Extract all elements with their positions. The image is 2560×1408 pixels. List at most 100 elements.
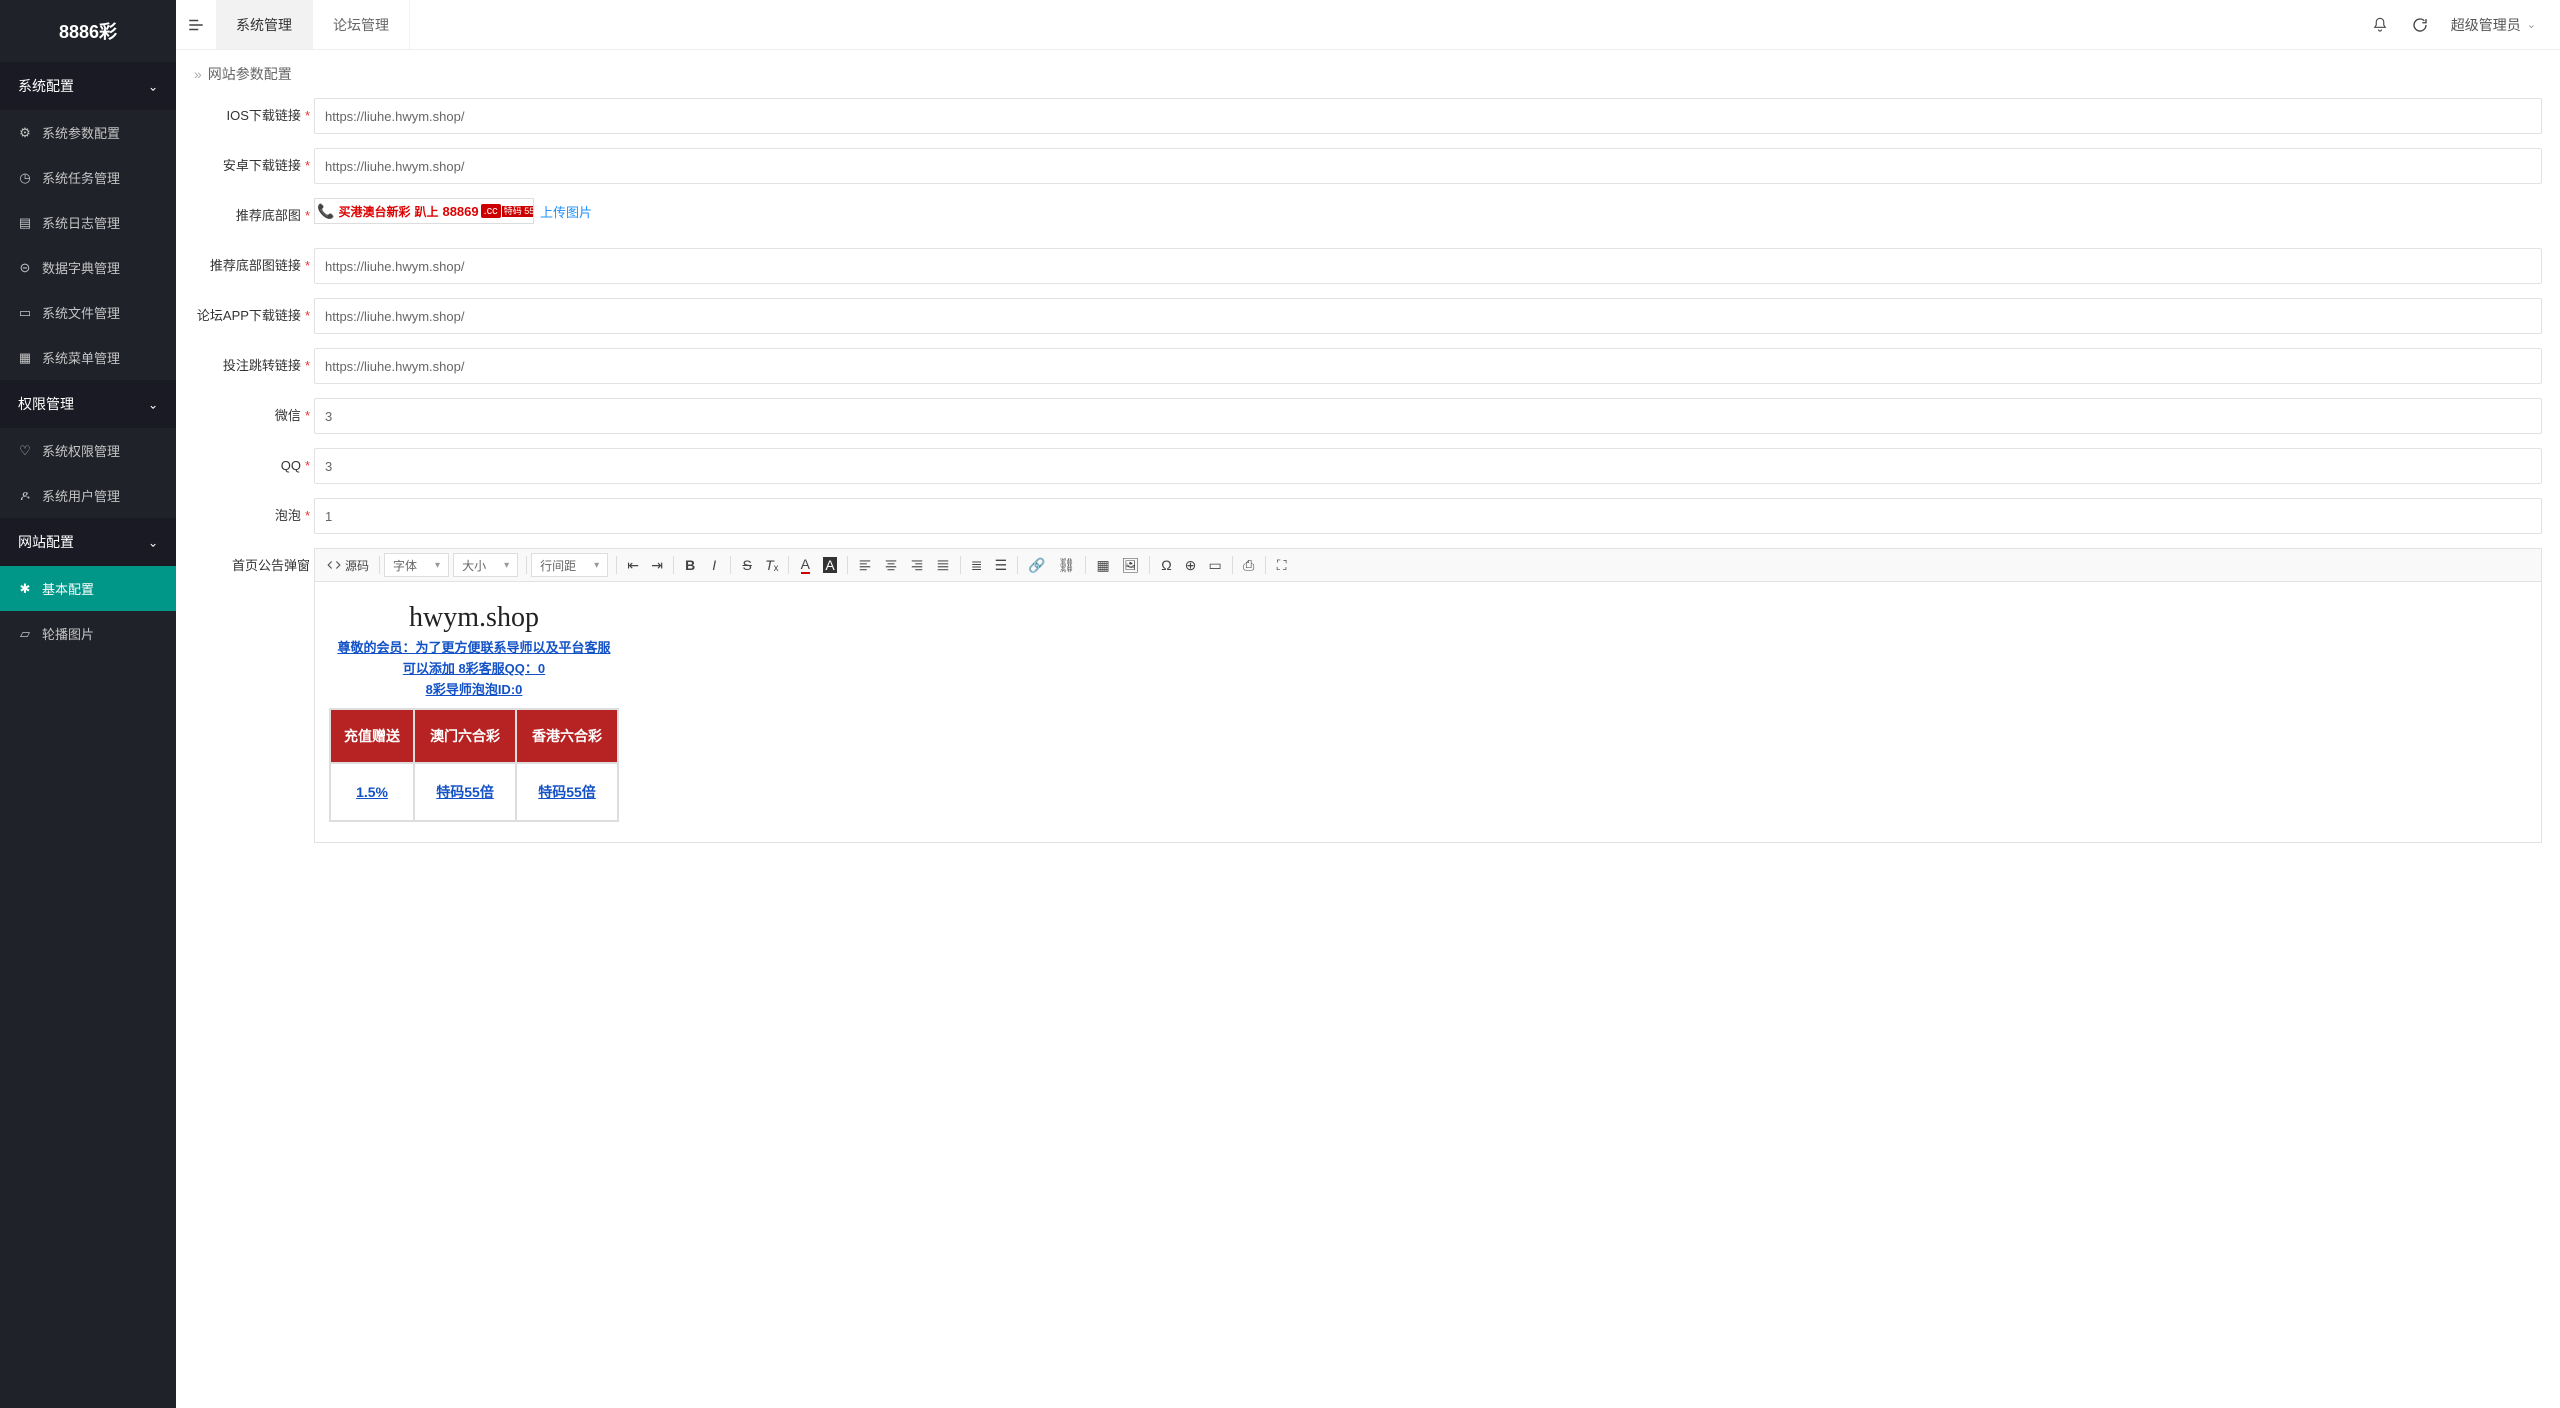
bell-icon [2371, 16, 2389, 34]
toolbar-italic-button[interactable]: I [702, 553, 726, 577]
toolbar-ol-button[interactable]: ≣ [965, 553, 989, 577]
toolbar-size-label: 大小 [462, 557, 486, 574]
toolbar-iframe-button[interactable]: ▭ [1202, 553, 1227, 577]
toolbar-fullscreen-button[interactable]: ⛶ [1270, 553, 1294, 577]
required-icon: * [305, 348, 310, 384]
toolbar-lineheight-select[interactable]: 行间距▾ [531, 553, 608, 577]
toolbar-textcolor-button[interactable]: A [793, 553, 817, 577]
promo-text-cc: .cc [481, 204, 501, 218]
label-qq: QQ [281, 448, 301, 475]
sidebar-item-sys-params[interactable]: ⚙ 系统参数配置 [0, 110, 176, 155]
breadcrumb: » 网站参数配置 [176, 50, 2560, 98]
toolbar-align-right-button[interactable] [904, 553, 930, 577]
clearformat-icon: Tₓ [765, 557, 778, 573]
sidebar-item-sys-menu[interactable]: ▦ 系统菜单管理 [0, 335, 176, 380]
label-wechat: 微信 [275, 398, 301, 425]
menu-group-head-site[interactable]: 网站配置 ⌃ [0, 518, 176, 566]
sidebar-item-sys-logs[interactable]: ▤ 系统日志管理 [0, 200, 176, 245]
toolbar-separator [1085, 556, 1086, 574]
link-icon: 🔗 [1028, 557, 1045, 574]
menu-group-head-system[interactable]: 系统配置 ⌃ [0, 62, 176, 110]
toolbar-separator [1149, 556, 1150, 574]
notifications-button[interactable] [2371, 16, 2389, 34]
toolbar-separator [788, 556, 789, 574]
hamburger-button[interactable] [176, 0, 216, 50]
toolbar-size-select[interactable]: 大小▾ [453, 553, 518, 577]
toolbar-clearformat-button[interactable]: Tₓ [759, 553, 784, 577]
toolbar-bgcolor-button[interactable]: A [817, 553, 842, 577]
toolbar-align-justify-button[interactable] [930, 553, 956, 577]
row-paopao: 泡泡* [194, 498, 2542, 534]
toolbar-align-left-button[interactable] [852, 553, 878, 577]
sidebar-item-label: 基本配置 [42, 579, 94, 598]
toolbar-separator [730, 556, 731, 574]
announce-td: 特码55倍 [516, 763, 618, 821]
toolbar-indent-button[interactable]: ⇥ [645, 553, 669, 577]
input-ios-link[interactable] [314, 98, 2542, 134]
sidebar-item-basic-config[interactable]: ✱ 基本配置 [0, 566, 176, 611]
menu-icon: ▦ [18, 351, 32, 365]
align-left-icon [858, 558, 872, 572]
announce-line: 尊敬的会员：为了更方便联系导师以及平台客服 [329, 638, 619, 659]
toolbar-outdent-button[interactable]: ⇤ [621, 553, 645, 577]
menu-group-head-perm[interactable]: 权限管理 ⌃ [0, 380, 176, 428]
header-tabs: 系统管理 论坛管理 [216, 0, 410, 49]
menu-group-title: 系统配置 [18, 76, 74, 96]
menu-group-title: 权限管理 [18, 394, 74, 414]
label-rec-bottom-link: 推荐底部图链接 [210, 248, 301, 275]
toolbar-unlink-button[interactable]: ⛓ [1052, 553, 1082, 577]
upload-image-link[interactable]: 上传图片 [540, 202, 592, 221]
toolbar-omega-button[interactable]: Ω [1154, 553, 1178, 577]
editor-body[interactable]: hwym.shop 尊敬的会员：为了更方便联系导师以及平台客服 可以添加 8彩客… [315, 582, 2541, 842]
announce-table: 充值赠送 澳门六合彩 香港六合彩 1.5% 特码55倍 特码55倍 [329, 708, 619, 822]
refresh-button[interactable] [2411, 16, 2429, 34]
bold-icon: B [685, 557, 695, 573]
toolbar-table-button[interactable]: ▦ [1090, 553, 1115, 577]
gear-icon: ⚙ [18, 126, 32, 140]
shield-icon: ♡ [18, 444, 32, 458]
sidebar-item-sys-files[interactable]: ▭ 系统文件管理 [0, 290, 176, 335]
input-rec-bottom-link[interactable] [314, 248, 2542, 284]
toolbar-font-select[interactable]: 字体▾ [384, 553, 449, 577]
italic-icon: I [712, 557, 716, 573]
sidebar-item-sys-user[interactable]: ዶ 系统用户管理 [0, 473, 176, 518]
table-icon: ▦ [1096, 557, 1109, 574]
tab-system[interactable]: 系统管理 [216, 0, 313, 49]
content[interactable]: IOS下载链接* 安卓下载链接* 推荐底部图* 📞 买港澳台新彩 趴上 [176, 98, 2560, 1408]
input-wechat[interactable] [314, 398, 2542, 434]
sidebar-item-sys-perm[interactable]: ♡ 系统权限管理 [0, 428, 176, 473]
announce-th: 澳门六合彩 [414, 709, 516, 763]
required-icon: * [305, 248, 310, 284]
ordered-list-icon: ≣ [971, 557, 983, 574]
toolbar-font-label: 字体 [393, 557, 417, 574]
input-android-link[interactable] [314, 148, 2542, 184]
input-qq[interactable] [314, 448, 2542, 484]
required-icon: * [305, 298, 310, 334]
omega-icon: Ω [1161, 557, 1171, 573]
toolbar-bold-button[interactable]: B [678, 553, 702, 577]
tab-forum[interactable]: 论坛管理 [313, 0, 410, 49]
toolbar-print-button[interactable]: ⎙ [1237, 553, 1261, 577]
print-icon: ⎙ [1243, 557, 1254, 574]
toolbar-strike-button[interactable]: S [735, 553, 759, 577]
label-announce: 首页公告弹窗 [232, 548, 310, 575]
label-bet-jump-link: 投注跳转链接 [223, 348, 301, 375]
input-paopao[interactable] [314, 498, 2542, 534]
toolbar-source-button[interactable]: 源码 [321, 553, 375, 577]
toolbar-separator [1265, 556, 1266, 574]
sidebar-item-label: 轮播图片 [42, 624, 94, 643]
toolbar-align-center-button[interactable] [878, 553, 904, 577]
promo-text-tail: 特码 55倍 [502, 206, 534, 217]
sidebar-item-carousel[interactable]: ▱ 轮播图片 [0, 611, 176, 656]
toolbar-globe-button[interactable]: ⊕ [1178, 553, 1202, 577]
sidebar-item-sys-tasks[interactable]: ◷ 系统任务管理 [0, 155, 176, 200]
logo: 8886彩 [0, 0, 176, 62]
toolbar-link-button[interactable]: 🔗 [1022, 553, 1051, 577]
input-forum-app-link[interactable] [314, 298, 2542, 334]
toolbar-ul-button[interactable]: ☰ [989, 553, 1014, 577]
sidebar-item-label: 系统日志管理 [42, 213, 120, 232]
toolbar-image-button[interactable]: 🖼 [1116, 553, 1146, 577]
input-bet-jump-link[interactable] [314, 348, 2542, 384]
sidebar-item-data-dict[interactable]: ⊝ 数据字典管理 [0, 245, 176, 290]
user-dropdown[interactable]: 超级管理员 ⌄ [2451, 15, 2536, 35]
